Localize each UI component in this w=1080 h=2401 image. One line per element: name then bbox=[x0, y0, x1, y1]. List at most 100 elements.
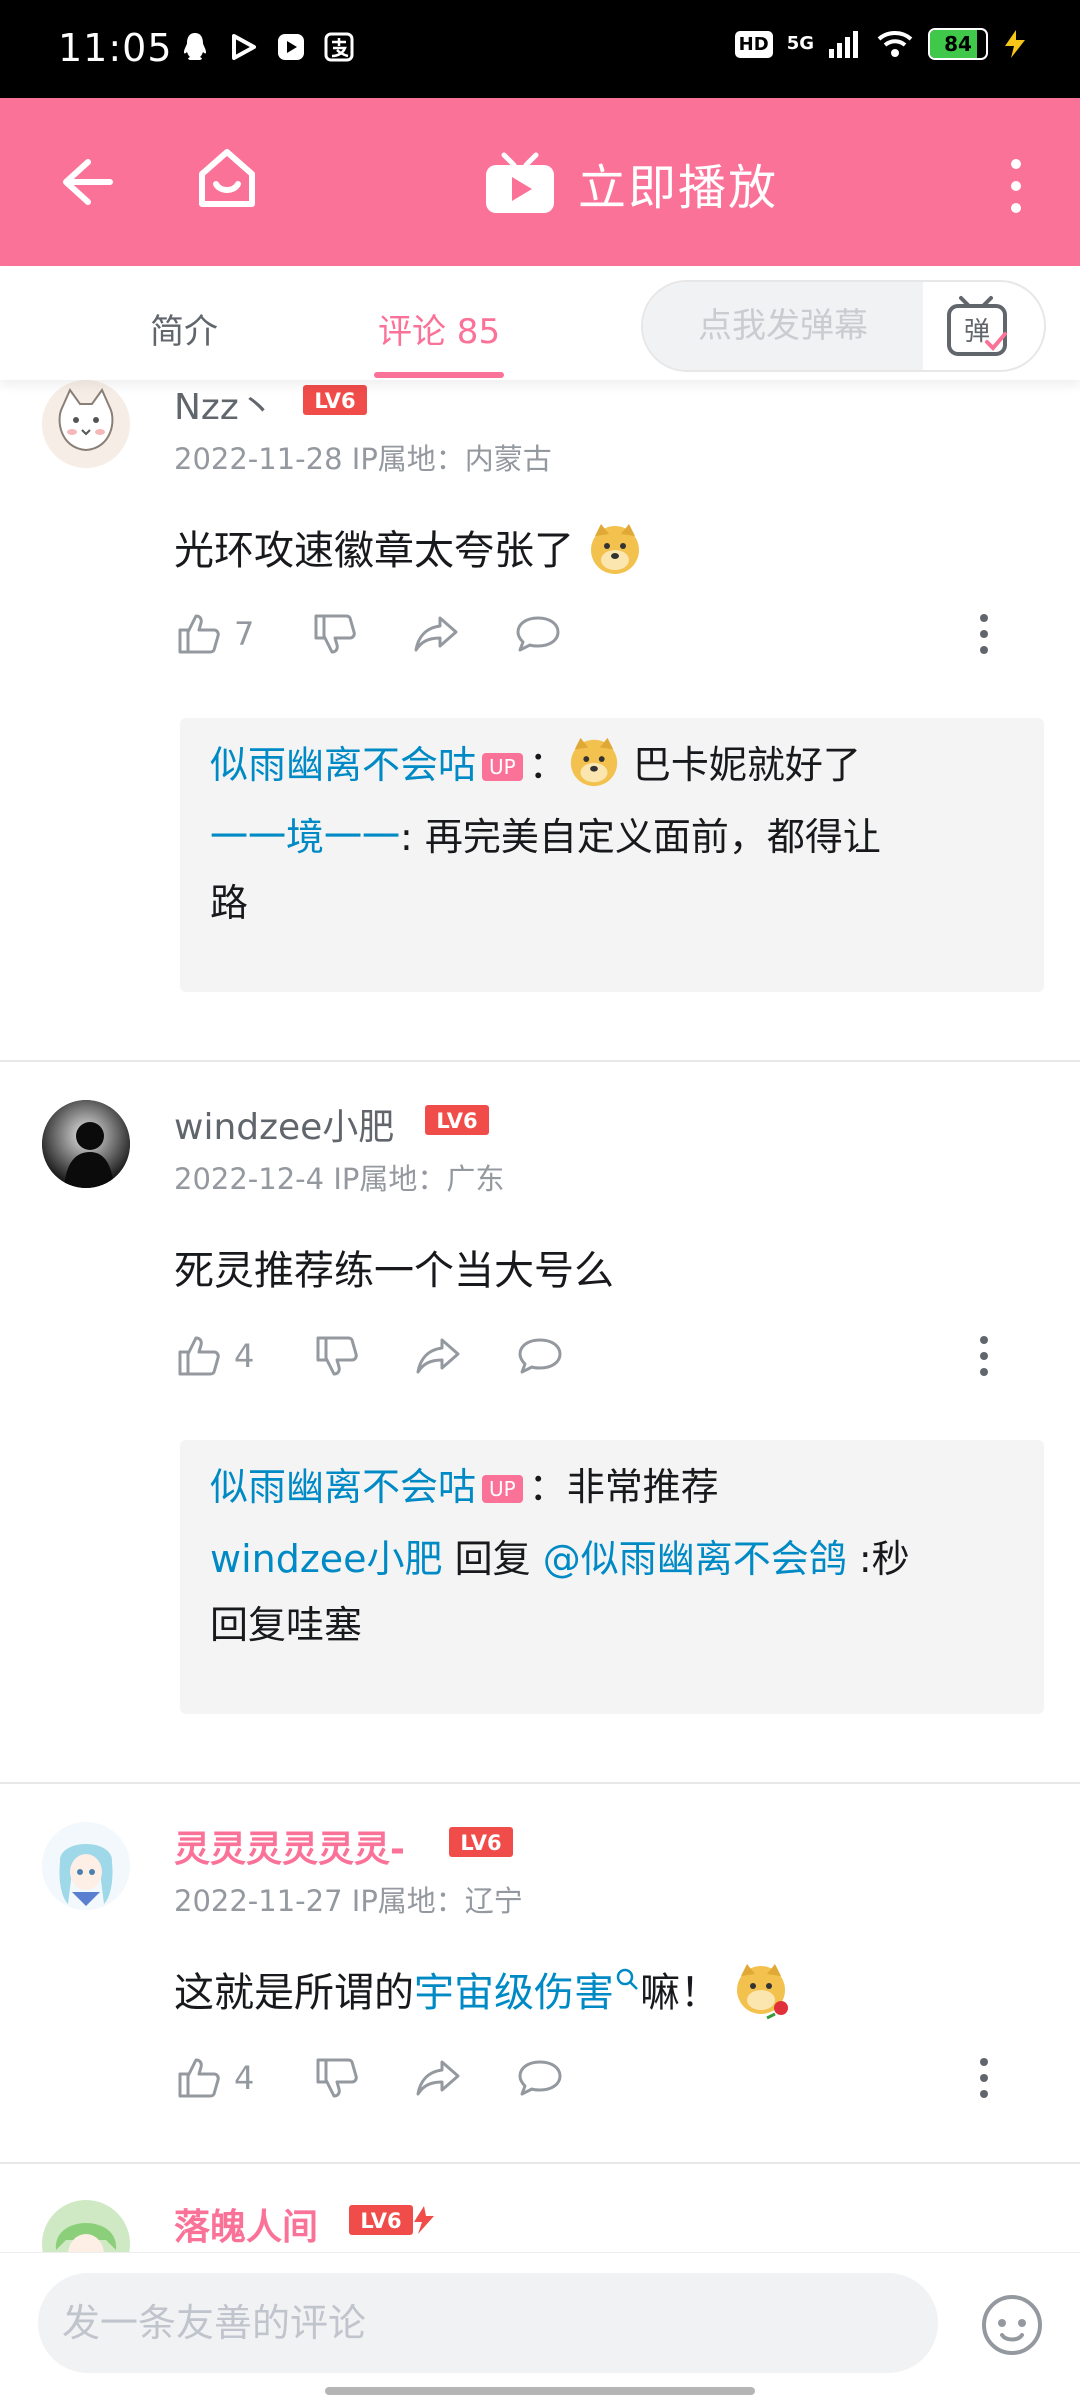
share-button[interactable] bbox=[412, 604, 460, 664]
danmaku-icon: 弹 bbox=[947, 296, 1007, 356]
status-right: HD 5G 84 bbox=[734, 28, 1028, 60]
dislike-button[interactable] bbox=[312, 1326, 360, 1386]
hd-badge: HD bbox=[734, 30, 773, 58]
alipay-icon bbox=[322, 30, 356, 64]
gesture-bar[interactable] bbox=[325, 2387, 755, 2395]
reply-separator: ： bbox=[528, 1465, 567, 1509]
header-title: 立即播放 bbox=[578, 160, 779, 216]
username[interactable]: windzee小肥 bbox=[174, 1098, 394, 1150]
thumbs-down-icon bbox=[316, 1336, 358, 1376]
green-hair-avatar-icon bbox=[42, 2200, 130, 2252]
reply-item: 似雨幽离不会咕 UP： 巴卡妮就好了 bbox=[210, 732, 1014, 798]
reply-verb: 回复 bbox=[442, 1537, 543, 1581]
more-vertical-icon bbox=[980, 2058, 988, 2098]
emoji-button[interactable] bbox=[978, 2289, 1046, 2357]
signal-icon bbox=[829, 31, 858, 58]
comment-date: 2022-11-28 bbox=[174, 442, 343, 476]
share-button[interactable] bbox=[414, 1326, 462, 1386]
avatar[interactable] bbox=[42, 2200, 130, 2252]
dislike-button[interactable] bbox=[310, 604, 358, 664]
danmaku-toggle-button[interactable]: 弹 bbox=[927, 292, 1027, 362]
comment-input[interactable]: 发一条友善的评论 bbox=[38, 2273, 938, 2373]
like-button[interactable]: 4 bbox=[174, 1326, 254, 1386]
more-vertical-icon bbox=[980, 1336, 988, 1376]
comment-more-button[interactable] bbox=[972, 604, 996, 664]
reply-preview[interactable]: 似雨幽离不会咕 UP： 巴卡妮就好了 一一境一一: 再完美自定义面前，都得让 路 bbox=[180, 718, 1044, 992]
comment-more-button[interactable] bbox=[972, 1326, 996, 1386]
reply-username[interactable]: 一一境一一 bbox=[210, 815, 400, 859]
chat-bubble-icon bbox=[516, 616, 560, 652]
danmaku-input[interactable]: 点我发弹幕 bbox=[643, 282, 923, 370]
reply-separator: : bbox=[400, 815, 425, 859]
avatar[interactable] bbox=[42, 1822, 130, 1910]
thumbs-down-icon bbox=[314, 614, 356, 654]
comment-text-body: 这就是所谓的 bbox=[174, 1970, 414, 2016]
up-badge: UP bbox=[482, 1475, 523, 1503]
reply-item: 似雨幽离不会咕 UP ：非常推荐 bbox=[210, 1454, 1014, 1520]
home-button[interactable] bbox=[192, 144, 262, 214]
comment-location: IP属地：广东 bbox=[333, 1162, 505, 1196]
tv-play-icon bbox=[486, 152, 554, 213]
reply-username[interactable]: 似雨幽离不会咕 bbox=[210, 743, 476, 787]
wifi-icon bbox=[877, 31, 913, 57]
silhouette-avatar-icon bbox=[42, 1100, 130, 1188]
avatar[interactable] bbox=[42, 1100, 130, 1188]
comment-text: 死灵推荐练一个当大号么 bbox=[174, 1248, 614, 1294]
reply-text-continued: 回复哇塞 bbox=[210, 1603, 363, 1647]
comment-more-button[interactable] bbox=[972, 2048, 996, 2108]
share-icon bbox=[416, 1338, 460, 1374]
reply-text: :秒 bbox=[846, 1537, 910, 1581]
up-badge: UP bbox=[482, 753, 523, 781]
comment-text-body: 光环攻速徽章太夸张了 bbox=[174, 528, 574, 574]
reply-username[interactable]: 似雨幽离不会咕 bbox=[210, 1465, 476, 1509]
more-vertical-icon bbox=[1011, 159, 1021, 213]
comment-text: 这就是所谓的宇宙级伤害 嘛！ bbox=[174, 1960, 793, 2020]
username[interactable]: 灵灵灵灵灵灵- bbox=[174, 1820, 405, 1872]
reply-button[interactable] bbox=[514, 604, 562, 664]
share-button[interactable] bbox=[414, 2048, 462, 2108]
reply-text: 再完美自定义面前，都得让 bbox=[424, 815, 881, 859]
video-app-icon bbox=[274, 30, 308, 64]
comment-text: 光环攻速徽章太夸张了 bbox=[174, 518, 643, 576]
share-icon bbox=[416, 2060, 460, 2096]
tab-intro[interactable]: 简介 bbox=[150, 304, 218, 353]
more-options-button[interactable] bbox=[996, 154, 1036, 218]
doge-rose-emoji-icon bbox=[736, 1964, 788, 2020]
comment-date: 2022-11-27 bbox=[174, 1884, 343, 1918]
comment-meta: 2022-12-4 IP属地：广东 bbox=[174, 1156, 504, 1198]
avatar[interactable] bbox=[42, 380, 130, 468]
status-time: 11:05 bbox=[58, 26, 173, 70]
like-button[interactable]: 4 bbox=[174, 2048, 254, 2108]
username[interactable]: 落魄人间 bbox=[174, 2200, 318, 2250]
like-count: 4 bbox=[234, 2059, 255, 2097]
home-icon bbox=[199, 149, 255, 207]
dislike-button[interactable] bbox=[312, 2048, 360, 2108]
notification-icons bbox=[178, 30, 356, 64]
search-keyword-link[interactable]: 宇宙级伤害 bbox=[414, 1970, 614, 2016]
battery-indicator: 84 bbox=[928, 28, 988, 60]
play-now-button[interactable]: 立即播放 bbox=[484, 148, 778, 218]
reply-text: 巴卡妮就好了 bbox=[632, 743, 861, 787]
comment-meta: 2022-11-28 IP属地：内蒙古 bbox=[174, 436, 552, 478]
like-count: 7 bbox=[234, 615, 255, 653]
tab-comments[interactable]: 评论 85 bbox=[378, 304, 500, 353]
comment-location: IP属地：内蒙古 bbox=[351, 442, 552, 476]
comment-text-tail: 嘛！ bbox=[640, 1970, 720, 2016]
reply-button[interactable] bbox=[516, 1326, 564, 1386]
emoji-face-icon bbox=[982, 2295, 1042, 2355]
status-bar: 11:05 HD 5G 84 bbox=[0, 0, 1080, 98]
reply-username[interactable]: windzee小肥 bbox=[210, 1537, 443, 1581]
reply-mention[interactable]: @似雨幽离不会鸽 bbox=[543, 1537, 847, 1581]
chat-bubble-icon bbox=[518, 1338, 562, 1374]
cat-avatar-icon bbox=[42, 380, 130, 468]
like-button[interactable]: 7 bbox=[174, 604, 254, 664]
reply-button[interactable] bbox=[516, 2048, 564, 2108]
like-count: 4 bbox=[234, 1337, 255, 1375]
reply-text: 非常推荐 bbox=[566, 1465, 719, 1509]
back-button[interactable] bbox=[52, 150, 116, 214]
more-vertical-icon bbox=[980, 614, 988, 654]
reply-preview[interactable]: 似雨幽离不会咕 UP ：非常推荐 windzee小肥 回复 @似雨幽离不会鸽 :秒 … bbox=[180, 1440, 1044, 1714]
chat-bubble-icon bbox=[518, 2060, 562, 2096]
username[interactable]: Nzz丶 bbox=[174, 378, 275, 430]
network-type: 5G bbox=[786, 33, 814, 54]
